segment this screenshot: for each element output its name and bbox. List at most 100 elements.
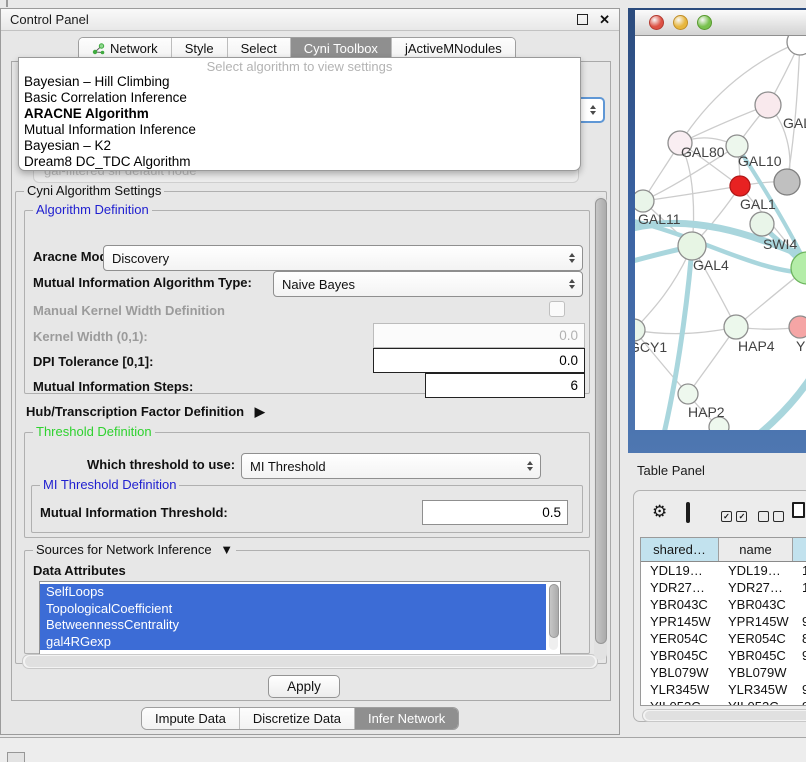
table-cell[interactable]: YDR27…	[719, 579, 793, 596]
table-cell[interactable]: YBL079W	[719, 664, 793, 681]
checked-columns-icon[interactable]: ✓ ✓	[721, 508, 747, 526]
table-row[interactable]: YDL19…YDL19…13	[641, 562, 806, 579]
table-row[interactable]: YLR345WYLR345W9.	[641, 681, 806, 698]
dropdown-item[interactable]: Bayesian – K2	[19, 138, 580, 154]
collapsed-panel-icon[interactable]	[7, 752, 25, 762]
table-cell[interactable]: YDR27…	[641, 579, 719, 596]
network-canvas[interactable]: GALGAL80GAL10GAL1SWI4GAL11GAL4HAP4YGCY1H…	[635, 36, 806, 430]
table-cell[interactable]: YBL079W	[641, 664, 719, 681]
table-cell[interactable]: YIL052C	[641, 698, 719, 706]
table-cell[interactable]	[793, 596, 806, 613]
graph-node[interactable]	[755, 92, 781, 118]
graph-node[interactable]	[635, 190, 654, 212]
tab-cyni-toolbox[interactable]: Cyni Toolbox	[291, 38, 392, 59]
table-row[interactable]: YIL052CYIL052C9.	[641, 698, 806, 706]
table-cell[interactable]: YLR345W	[719, 681, 793, 698]
graph-node[interactable]	[678, 384, 698, 404]
table-cell[interactable]: YPR145W	[641, 613, 719, 630]
node-table[interactable]: shared…name YDL19…YDL19…13YDR27…YDR27…12…	[640, 537, 806, 706]
graph-node[interactable]	[678, 232, 706, 260]
table-cell[interactable]: YLR345W	[641, 681, 719, 698]
settings-gear-icon[interactable]: ⚙	[652, 503, 667, 520]
graph-edge[interactable]	[717, 374, 806, 430]
attribute-list-scrollbar[interactable]	[549, 584, 558, 650]
table-row[interactable]: YBL079WYBL079W	[641, 664, 806, 681]
graph-node[interactable]	[750, 212, 774, 236]
aracne-mode-combo[interactable]: Discovery	[103, 245, 583, 271]
table-cell[interactable]: YBR043C	[719, 596, 793, 613]
network-graph[interactable]: GALGAL80GAL10GAL1SWI4GAL11GAL4HAP4YGCY1H…	[635, 36, 806, 430]
graph-node[interactable]	[730, 176, 750, 196]
tab-style[interactable]: Style	[172, 38, 228, 59]
table-cell[interactable]: 9.	[793, 613, 806, 630]
close-icon[interactable]: ✕	[599, 13, 610, 26]
apply-button[interactable]: Apply	[268, 675, 340, 698]
table-row[interactable]: YBR045CYBR045C9.	[641, 647, 806, 664]
algorithm-dropdown[interactable]: Select algorithm to view settings Bayesi…	[18, 57, 581, 171]
which-threshold-combo[interactable]: MI Threshold	[241, 453, 541, 479]
dropdown-item[interactable]: Dream8 DC_TDC Algorithm	[19, 154, 580, 170]
graph-edge[interactable]	[787, 42, 800, 182]
table-cell[interactable]: YIL052C	[719, 698, 793, 706]
table-cell[interactable]: YDL19…	[719, 562, 793, 579]
hub-definition-toggle[interactable]: Hub/Transcription Factor Definition ▶	[26, 404, 265, 420]
table-row[interactable]: YBR043CYBR043C	[641, 596, 806, 613]
attribute-item[interactable]: TopologicalCoefficient	[40, 601, 546, 618]
attribute-item[interactable]: BetweennessCentrality	[40, 617, 546, 634]
table-cell[interactable]: YBR045C	[641, 647, 719, 664]
tab-select[interactable]: Select	[228, 38, 291, 59]
float-window-icon[interactable]	[577, 14, 588, 25]
expand-arrow-icon[interactable]: ▶	[255, 404, 265, 419]
table-cell[interactable]: 9.	[793, 681, 806, 698]
table-cell[interactable]: 9.	[793, 647, 806, 664]
dropdown-item[interactable]: Basic Correlation Inference	[19, 90, 580, 106]
graph-edge[interactable]	[680, 42, 800, 143]
settings-horizontal-scrollbar[interactable]	[22, 654, 598, 669]
dpi-tolerance-field[interactable]: 0.0	[373, 348, 585, 373]
graph-node[interactable]	[724, 315, 748, 339]
tab-infer-network[interactable]: Infer Network	[355, 708, 458, 729]
graph-node[interactable]	[774, 169, 800, 195]
mac-close-button[interactable]	[649, 15, 664, 30]
table-cell[interactable]: 8.	[793, 630, 806, 647]
column-header[interactable]: shared…	[641, 538, 719, 561]
graph-node[interactable]	[635, 319, 645, 341]
table-row[interactable]: YDR27…YDR27…12	[641, 579, 806, 596]
table-row[interactable]: YER054CYER054C8.	[641, 630, 806, 647]
tab-impute-data[interactable]: Impute Data	[142, 708, 240, 729]
attribute-item[interactable]: gal4RGexp	[40, 634, 546, 651]
data-attributes-list[interactable]: SelfLoopsTopologicalCoefficientBetweenne…	[39, 581, 561, 655]
table-cell[interactable]: 13	[793, 562, 806, 579]
tab-network[interactable]: Network	[79, 38, 172, 59]
network-window-titlebar[interactable]	[635, 10, 806, 36]
table-horizontal-scrollbar[interactable]	[642, 709, 806, 722]
mi-threshold-field[interactable]: 0.5	[422, 500, 568, 525]
sources-group-title[interactable]: Sources for Network Inference ▼	[33, 542, 236, 557]
table-cell[interactable]: 9.	[793, 698, 806, 706]
attribute-item[interactable]: SelfLoops	[40, 584, 546, 601]
table-cell[interactable]: YER054C	[641, 630, 719, 647]
mi-steps-field[interactable]: 6	[425, 373, 585, 398]
column-header[interactable]	[793, 538, 806, 561]
tab-discretize-data[interactable]: Discretize Data	[240, 708, 355, 729]
create-column-icon[interactable]	[792, 502, 805, 518]
mi-algorithm-type-combo[interactable]: Naive Bayes	[273, 271, 583, 297]
control-panel-titlebar[interactable]: Control Panel ✕	[1, 9, 619, 31]
table-cell[interactable]: YBR043C	[641, 596, 719, 613]
split-view-icon[interactable]	[686, 502, 690, 523]
dropdown-item[interactable]: ARACNE Algorithm	[19, 106, 580, 122]
table-cell[interactable]	[793, 664, 806, 681]
collapse-arrow-icon[interactable]: ▼	[220, 542, 233, 557]
table-cell[interactable]: YPR145W	[719, 613, 793, 630]
tab-jactivemnodules[interactable]: jActiveMNodules	[392, 38, 515, 59]
settings-vertical-scrollbar[interactable]	[594, 196, 607, 660]
table-cell[interactable]: YER054C	[719, 630, 793, 647]
unchecked-columns-icon[interactable]	[758, 508, 784, 526]
column-header[interactable]: name	[719, 538, 793, 561]
mac-zoom-button[interactable]	[697, 15, 712, 30]
table-cell[interactable]: 12	[793, 579, 806, 596]
graph-node[interactable]	[787, 36, 806, 55]
table-row[interactable]: YPR145WYPR145W9.	[641, 613, 806, 630]
manual-kernel-width-checkbox[interactable]	[549, 301, 565, 317]
dropdown-item[interactable]: Bayesian – Hill Climbing	[19, 74, 580, 90]
